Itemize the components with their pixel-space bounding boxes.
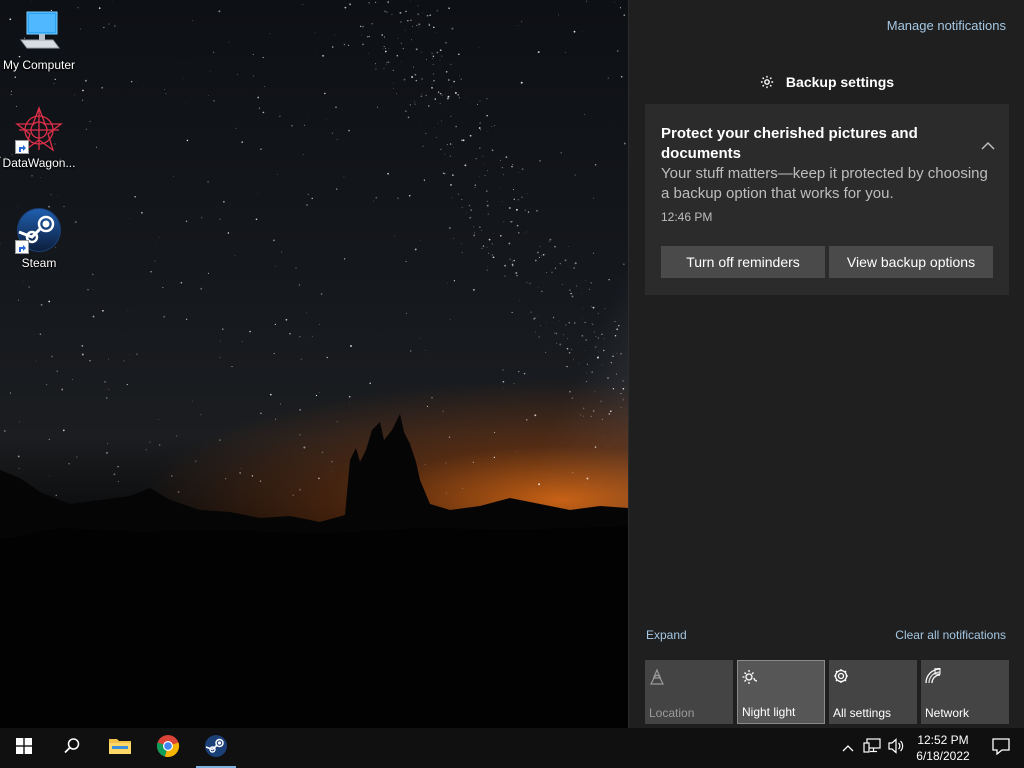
mountain-silhouette <box>0 414 628 728</box>
show-hidden-icons-button[interactable] <box>836 728 860 768</box>
chrome-icon <box>156 734 180 763</box>
desktop-icon-label: My Computer <box>2 58 76 72</box>
group-header-label: Backup settings <box>785 74 895 90</box>
notification-body: Your stuff matters—keep it protected by … <box>661 165 988 202</box>
quick-action-all-settings[interactable]: All settings <box>829 660 917 724</box>
chrome-button[interactable] <box>144 728 192 768</box>
notification-card[interactable]: Protect your cherished pictures and docu… <box>645 104 1009 295</box>
notification-title: Protect your cherished pictures and docu… <box>661 125 918 162</box>
taskbar-clock[interactable]: 12:52 PM 6/18/2022 <box>908 732 978 764</box>
desktop-icon-datawagon[interactable]: DataWagon... <box>0 106 78 170</box>
steam-icon <box>15 206 63 254</box>
quick-action-location[interactable]: Location <box>645 660 733 724</box>
gear-icon <box>760 75 774 89</box>
location-icon <box>649 668 665 691</box>
notification-actions: Turn off reminders View backup options <box>661 246 993 278</box>
datawagon-icon <box>15 106 63 154</box>
speaker-icon <box>887 737 905 759</box>
quick-action-label: Network <box>925 706 970 720</box>
search-button[interactable] <box>48 728 96 768</box>
file-explorer-button[interactable] <box>96 728 144 768</box>
network-icon <box>925 667 941 689</box>
chevron-up-icon <box>842 739 854 757</box>
chevron-up-icon[interactable] <box>981 138 995 156</box>
search-icon <box>63 737 81 760</box>
volume-button[interactable] <box>884 728 908 768</box>
ethernet-icon <box>863 737 881 759</box>
steam-taskbar-button[interactable] <box>192 728 240 768</box>
desktop-icon-my-computer[interactable]: My Computer <box>0 8 78 72</box>
file-explorer-icon <box>108 736 132 761</box>
quick-action-label: All settings <box>833 706 892 720</box>
computer-icon <box>15 8 63 56</box>
action-center-button[interactable] <box>978 728 1024 768</box>
action-center-panel: Manage notifications Backup settings Pro… <box>628 0 1024 728</box>
quick-action-night-light[interactable]: Night light <box>737 660 825 724</box>
quick-action-label: Night light <box>742 705 796 719</box>
quick-action-label: Location <box>649 706 695 720</box>
notification-icon <box>992 737 1010 760</box>
system-tray: 12:52 PM 6/18/2022 <box>836 728 1024 768</box>
shortcut-arrow-icon <box>15 240 29 254</box>
desktop-icon-label: Steam <box>21 256 57 270</box>
shortcut-arrow-icon <box>15 140 29 154</box>
notification-time: 12:46 PM <box>661 210 713 224</box>
expand-link[interactable]: Expand <box>646 628 687 642</box>
notification-group-header: Backup settings <box>629 74 1024 90</box>
start-icon <box>16 737 32 759</box>
start-button[interactable] <box>0 728 48 768</box>
network-tray-button[interactable] <box>860 728 884 768</box>
clock-time: 12:52 PM <box>917 733 969 747</box>
quick-actions: Location Night light All settings Networ… <box>645 660 1009 724</box>
taskbar: 12:52 PM 6/18/2022 <box>0 728 1024 768</box>
turn-off-reminders-button[interactable]: Turn off reminders <box>661 246 825 278</box>
night-light-icon <box>742 669 758 690</box>
quick-action-network[interactable]: Network <box>921 660 1009 724</box>
manage-notifications-link[interactable]: Manage notifications <box>887 18 1006 33</box>
clock-date: 6/18/2022 <box>916 749 970 763</box>
gear-icon <box>833 668 849 689</box>
steam-icon <box>204 734 228 763</box>
clear-all-notifications-link[interactable]: Clear all notifications <box>895 628 1006 642</box>
view-backup-options-button[interactable]: View backup options <box>829 246 993 278</box>
desktop-icon-label: DataWagon... <box>2 156 76 170</box>
desktop-icon-steam[interactable]: Steam <box>0 206 78 270</box>
